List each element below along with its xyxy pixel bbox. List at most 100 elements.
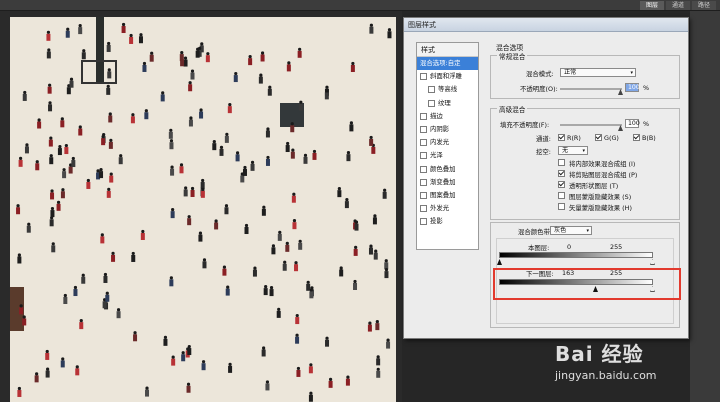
- person-figure: [81, 52, 86, 60]
- person-head: [19, 156, 23, 160]
- person-figure: [296, 369, 301, 377]
- person-head: [64, 143, 68, 148]
- person-head: [268, 85, 272, 89]
- person-figure: [265, 130, 270, 138]
- tab-layers[interactable]: 图层: [639, 1, 664, 10]
- person-figure: [242, 168, 247, 176]
- style-item[interactable]: 图案叠加: [417, 189, 478, 202]
- person-figure: [187, 348, 192, 356]
- person-figure: [219, 148, 224, 156]
- person-figure: [339, 269, 344, 277]
- person-head: [139, 33, 143, 37]
- style-checkbox[interactable]: [420, 178, 427, 186]
- person-figure: [34, 375, 39, 383]
- person-head: [56, 200, 61, 204]
- top-bar: 图层 通道 路径: [0, 0, 720, 11]
- general-blending-title: 常规混合: [497, 51, 528, 61]
- style-item[interactable]: 内发光: [417, 136, 478, 149]
- style-item[interactable]: 纹理: [417, 97, 478, 110]
- advanced-option-checkbox[interactable]: [558, 181, 565, 188]
- style-item-label: 内发光: [430, 138, 450, 147]
- advanced-option-checkbox[interactable]: [558, 192, 565, 199]
- blend-mode-select[interactable]: 正常 ▾: [560, 68, 636, 77]
- styles-header[interactable]: 样式: [417, 43, 478, 57]
- person-figure: [37, 121, 42, 129]
- style-checkbox[interactable]: [428, 86, 435, 94]
- style-item[interactable]: 外发光: [417, 202, 478, 215]
- style-item-label: 斜面和浮雕: [430, 72, 462, 81]
- tab-channels[interactable]: 通道: [665, 1, 690, 10]
- person-head: [187, 344, 191, 349]
- knockout-select[interactable]: 无 ▾: [558, 146, 588, 155]
- advanced-option-checkbox[interactable]: [558, 170, 565, 177]
- person-head: [376, 355, 380, 359]
- person-figure: [17, 256, 22, 264]
- advanced-option-checkbox[interactable]: [558, 203, 565, 210]
- person-head: [325, 336, 329, 340]
- blend-if-select[interactable]: 灰色 ▾: [550, 226, 592, 235]
- channel-r-checkbox[interactable]: [558, 134, 565, 141]
- person-figure: [344, 201, 349, 209]
- person-figure: [373, 252, 378, 260]
- person-figure: [163, 338, 168, 346]
- style-checkbox[interactable]: [420, 218, 427, 226]
- style-item[interactable]: 光泽: [417, 149, 478, 162]
- person-figure: [106, 87, 111, 95]
- person-head: [49, 136, 53, 140]
- person-head: [306, 280, 310, 284]
- style-item[interactable]: 颜色叠加: [417, 163, 478, 176]
- person-figure: [346, 154, 351, 162]
- person-figure: [188, 119, 193, 127]
- style-checkbox[interactable]: [420, 139, 427, 147]
- style-checkbox[interactable]: [420, 112, 427, 120]
- style-checkbox[interactable]: [428, 99, 435, 107]
- person-figure: [46, 51, 51, 59]
- person-head: [106, 84, 110, 88]
- style-checkbox[interactable]: [420, 165, 427, 173]
- style-checkbox[interactable]: [420, 152, 427, 160]
- channel-g-checkbox[interactable]: [595, 134, 602, 141]
- person-head: [202, 258, 207, 262]
- person-head: [73, 285, 78, 290]
- person-figure: [298, 242, 303, 250]
- channel-b-checkbox[interactable]: [633, 134, 640, 141]
- style-item[interactable]: 渐变叠加: [417, 176, 478, 189]
- person-figure: [187, 218, 192, 226]
- person-figure: [269, 289, 274, 297]
- tab-paths[interactable]: 路径: [691, 1, 716, 10]
- person-figure: [105, 294, 110, 302]
- fill-opacity-slider[interactable]: [560, 124, 622, 126]
- style-item-label: 描边: [430, 111, 443, 120]
- person-figure: [353, 282, 358, 290]
- photoshop-window: 图层 通道 路径 图层样式 样式 混合选项:自定 斜面和浮雕 等高线 纹理 描边 内阴影内…: [0, 0, 720, 402]
- opacity-slider[interactable]: [560, 88, 622, 90]
- style-item[interactable]: 内阴影: [417, 123, 478, 136]
- person-head: [283, 260, 287, 264]
- person-head: [17, 253, 21, 257]
- style-checkbox[interactable]: [420, 191, 427, 199]
- person-figure: [47, 86, 52, 94]
- style-item[interactable]: 描边: [417, 110, 478, 123]
- person-figure: [195, 50, 200, 58]
- person-figure: [130, 116, 135, 124]
- style-item[interactable]: 等高线: [417, 83, 478, 96]
- person-head: [373, 214, 377, 218]
- fill-opacity-input[interactable]: 100: [625, 119, 640, 128]
- person-figure: [292, 222, 297, 230]
- person-figure: [65, 30, 70, 38]
- style-checkbox[interactable]: [420, 126, 427, 134]
- person-head: [187, 215, 191, 219]
- advanced-option-checkbox[interactable]: [558, 159, 565, 166]
- advanced-option-label: 透明形状图层 (T): [569, 182, 619, 190]
- person-head: [259, 73, 263, 77]
- opacity-input[interactable]: 100: [625, 83, 640, 92]
- person-figure: [200, 190, 205, 198]
- style-item[interactable]: 混合选项:自定: [417, 57, 478, 71]
- style-checkbox[interactable]: [420, 205, 427, 213]
- style-item[interactable]: 投影: [417, 215, 478, 228]
- style-item[interactable]: 斜面和浮雕: [417, 70, 478, 83]
- person-figure: [144, 112, 149, 120]
- person-figure: [368, 247, 373, 255]
- style-checkbox[interactable]: [420, 73, 427, 81]
- person-figure: [145, 389, 150, 397]
